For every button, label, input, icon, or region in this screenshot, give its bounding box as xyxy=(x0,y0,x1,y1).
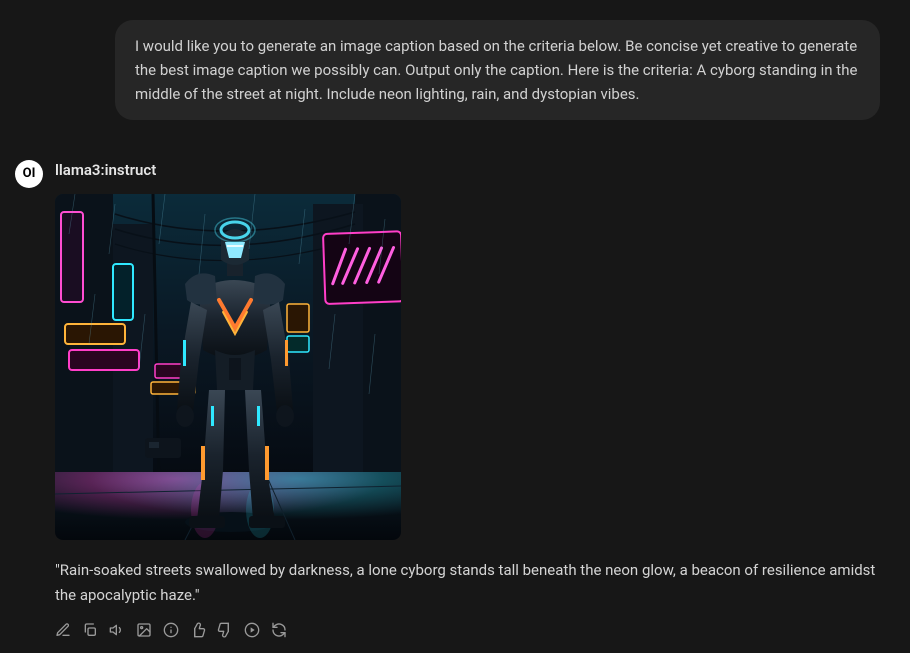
cyborg-image-svg xyxy=(55,194,401,540)
copy-icon[interactable] xyxy=(82,622,98,638)
regenerate-icon[interactable] xyxy=(271,622,287,638)
generated-image[interactable] xyxy=(55,194,401,540)
avatar-label: OI xyxy=(23,164,36,185)
user-message-bubble: I would like you to generate an image ca… xyxy=(115,20,880,120)
assistant-content: llama3:instruct xyxy=(55,158,895,638)
model-name: llama3:instruct xyxy=(55,158,895,182)
assistant-message: OI llama3:instruct xyxy=(15,158,895,638)
continue-icon[interactable] xyxy=(244,622,260,638)
thumbs-down-icon[interactable] xyxy=(217,622,233,638)
info-icon[interactable] xyxy=(163,622,179,638)
image-icon[interactable] xyxy=(136,622,152,638)
chat-container: I would like you to generate an image ca… xyxy=(0,0,910,653)
audio-icon[interactable] xyxy=(109,622,125,638)
edit-icon[interactable] xyxy=(55,622,71,638)
user-message-text: I would like you to generate an image ca… xyxy=(135,37,857,103)
caption-text: "Rain-soaked streets swallowed by darkne… xyxy=(55,558,895,608)
thumbs-up-icon[interactable] xyxy=(190,622,206,638)
action-row xyxy=(55,622,895,638)
avatar: OI xyxy=(15,160,43,188)
